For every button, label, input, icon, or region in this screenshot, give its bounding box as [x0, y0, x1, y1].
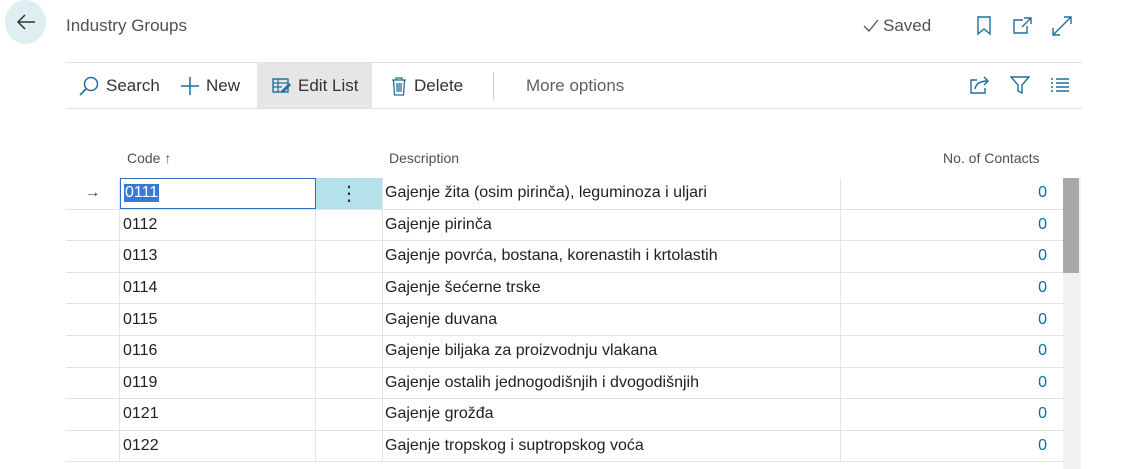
contacts-cell[interactable]: 0 [841, 210, 1063, 241]
more-options-button[interactable]: More options [526, 63, 624, 108]
arrow-left-icon [16, 14, 35, 30]
saved-status: Saved [862, 16, 931, 36]
row-selector[interactable] [66, 241, 120, 272]
list-view-icon[interactable] [1048, 73, 1072, 97]
share-icon[interactable] [968, 73, 992, 97]
contacts-cell[interactable]: 0 [841, 336, 1063, 367]
description-cell[interactable]: Gajenje ostalih jednogodišnjih i dvogodi… [383, 367, 841, 399]
code-cell[interactable]: 0116 [120, 335, 316, 367]
table-row[interactable]: 0112 Gajenje pirinča 0 [66, 209, 1063, 242]
delete-label: Delete [414, 75, 464, 95]
open-new-window-icon[interactable] [1010, 14, 1034, 38]
row-menu-cell [316, 304, 383, 335]
current-row-arrow-icon: → [66, 178, 120, 209]
column-header-description[interactable]: Description [389, 150, 459, 166]
checkmark-icon [863, 19, 879, 32]
data-grid: → 0111 ⋮ Gajenje žita (osim pirinča), le… [66, 178, 1063, 463]
code-cell[interactable]: 0113 [120, 241, 316, 272]
contacts-cell[interactable]: 0 [841, 304, 1063, 335]
code-cell[interactable]: 0119 [120, 367, 316, 399]
new-button[interactable]: New [180, 63, 240, 108]
column-header-code[interactable]: Code ↑ [127, 150, 171, 166]
table-row[interactable]: 0114 Gajenje šećerne trske 0 [66, 272, 1063, 305]
sort-ascending-icon: ↑ [164, 150, 172, 166]
description-cell[interactable]: Gajenje pirinča [383, 209, 841, 241]
row-menu-cell [316, 241, 383, 272]
contacts-cell[interactable]: 0 [841, 241, 1063, 272]
saved-label: Saved [883, 16, 932, 35]
contacts-cell[interactable]: 0 [841, 178, 1063, 209]
bookmark-icon[interactable] [972, 14, 996, 38]
row-menu-icon[interactable]: ⋮ [316, 178, 383, 209]
expand-icon[interactable] [1050, 14, 1074, 38]
description-cell[interactable]: Gajenje šećerne trske [383, 272, 841, 304]
table-row[interactable]: 0119 Gajenje ostalih jednogodišnjih i dv… [66, 367, 1063, 400]
row-selector[interactable] [66, 335, 120, 367]
table-row[interactable]: 0122 Gajenje tropskog i suptropskog voća… [66, 430, 1063, 463]
table-row[interactable]: 0116 Gajenje biljaka za proizvodnju vlak… [66, 335, 1063, 368]
description-cell[interactable]: Gajenje duvana [383, 304, 841, 335]
scrollbar-thumb[interactable] [1063, 178, 1079, 273]
description-cell[interactable]: Gajenje biljaka za proizvodnju vlakana [383, 335, 841, 367]
table-row[interactable]: 0115 Gajenje duvana 0 [66, 304, 1063, 336]
edit-list-icon [272, 76, 292, 96]
edit-list-button[interactable]: Edit List [257, 63, 372, 108]
edit-list-label: Edit List [298, 75, 359, 95]
action-bar: Search New Edit List Delete More options [66, 62, 1082, 109]
back-button[interactable] [5, 0, 46, 44]
filter-icon[interactable] [1008, 73, 1032, 97]
table-row[interactable]: 0121 Gajenje grožđa 0 [66, 399, 1063, 431]
description-cell[interactable]: Gajenje grožđa [383, 399, 841, 430]
toolbar-divider [493, 72, 494, 100]
code-cell[interactable]: 0112 [120, 209, 316, 241]
row-selector[interactable] [66, 399, 120, 430]
row-menu-cell [316, 367, 383, 399]
row-menu-cell [316, 209, 383, 241]
row-menu-cell [316, 335, 383, 367]
description-cell[interactable]: Gajenje povrća, bostana, korenastih i kr… [383, 241, 841, 272]
row-menu-cell [316, 430, 383, 462]
table-row[interactable]: → 0111 ⋮ Gajenje žita (osim pirinča), le… [66, 178, 1063, 210]
row-selector[interactable] [66, 272, 120, 304]
row-selector[interactable] [66, 430, 120, 462]
code-cell[interactable]: 0114 [120, 272, 316, 304]
column-header-no-of-contacts[interactable]: No. of Contacts [943, 150, 1040, 166]
search-label: Search [106, 75, 160, 95]
contacts-cell[interactable]: 0 [841, 273, 1063, 304]
row-selector[interactable] [66, 304, 120, 335]
plus-icon [180, 76, 200, 96]
page-title: Industry Groups [66, 16, 187, 35]
row-menu-cell [316, 272, 383, 304]
code-cell[interactable]: 0115 [120, 304, 316, 335]
vertical-scrollbar[interactable] [1063, 178, 1081, 469]
row-selector[interactable] [66, 367, 120, 399]
row-menu-cell [316, 399, 383, 430]
search-button[interactable]: Search [78, 63, 160, 108]
table-row[interactable]: 0113 Gajenje povrća, bostana, korenastih… [66, 241, 1063, 273]
code-cell[interactable]: 0111 [120, 178, 316, 209]
description-cell[interactable]: Gajenje žita (osim pirinča), leguminoza … [383, 178, 841, 209]
delete-button[interactable]: Delete [390, 63, 463, 108]
code-cell[interactable]: 0122 [120, 430, 316, 462]
contacts-cell[interactable]: 0 [841, 399, 1063, 430]
contacts-cell[interactable]: 0 [841, 431, 1063, 462]
code-value: 0111 [124, 184, 160, 203]
search-icon [78, 75, 100, 97]
row-selector[interactable] [66, 209, 120, 241]
more-options-label: More options [526, 75, 625, 95]
description-cell[interactable]: Gajenje tropskog i suptropskog voća [383, 430, 841, 462]
code-cell[interactable]: 0121 [120, 399, 316, 430]
code-header-label: Code [127, 150, 161, 166]
new-label: New [206, 75, 241, 95]
contacts-cell[interactable]: 0 [841, 368, 1063, 399]
trash-icon [390, 76, 408, 96]
